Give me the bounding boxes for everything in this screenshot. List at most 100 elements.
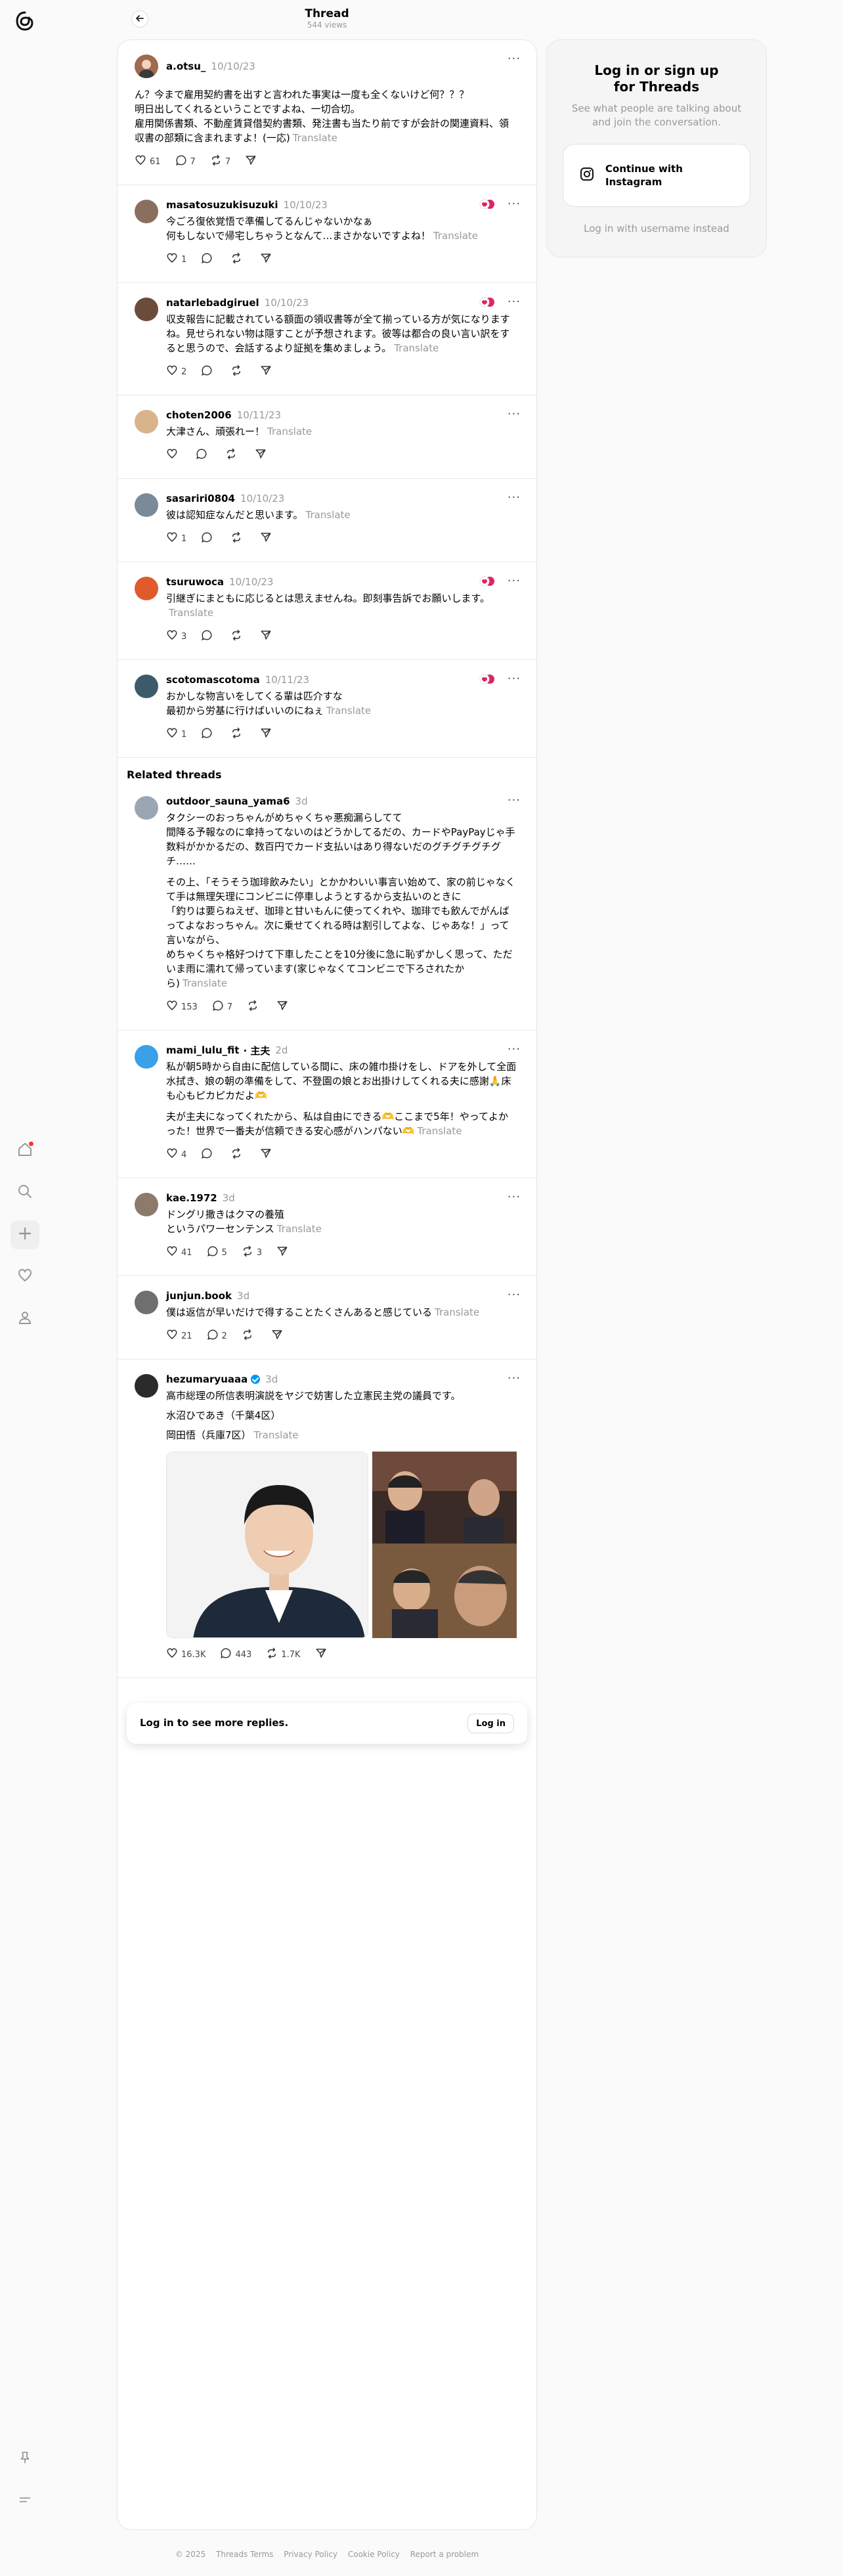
search-nav-button[interactable]	[11, 1178, 39, 1207]
post-time[interactable]: 10/10/23	[265, 297, 309, 309]
avatar[interactable]	[135, 1045, 158, 1069]
more-options-icon[interactable]: ···	[508, 1044, 521, 1055]
more-options-icon[interactable]: ···	[508, 409, 521, 420]
like-button[interactable]: 1	[166, 531, 186, 546]
more-options-icon[interactable]: ···	[508, 795, 521, 807]
like-button[interactable]: 41	[166, 1245, 192, 1260]
username[interactable]: choten2006	[166, 409, 232, 421]
like-button[interactable]: 3	[166, 629, 186, 644]
repost-button[interactable]	[230, 1147, 246, 1162]
translate-link[interactable]: Translate	[435, 1306, 479, 1318]
like-button[interactable]: 61	[135, 154, 161, 169]
home-nav-button[interactable]	[11, 1136, 39, 1165]
more-options-icon[interactable]: ···	[508, 1191, 521, 1203]
reply-button[interactable]	[201, 531, 216, 546]
translate-link[interactable]: Translate	[433, 230, 478, 242]
post-time[interactable]: 10/10/23	[284, 199, 328, 211]
activity-nav-button[interactable]	[11, 1262, 39, 1291]
share-button[interactable]	[260, 252, 275, 267]
post-time[interactable]: 3d	[237, 1290, 249, 1302]
repost-button[interactable]: 7	[210, 154, 230, 169]
username[interactable]: tsuruwoca	[166, 576, 224, 588]
username-login-link[interactable]: Log in with username instead	[547, 223, 766, 234]
photo-stack[interactable]	[372, 1452, 517, 1638]
translate-link[interactable]: Translate	[394, 342, 439, 354]
pin-nav-button[interactable]	[11, 2445, 39, 2474]
share-button[interactable]	[260, 365, 275, 379]
username[interactable]: masatosuzukisuzuki	[166, 199, 278, 211]
footer-privacy-link[interactable]: Privacy Policy	[284, 2550, 337, 2559]
like-button[interactable]: 21	[166, 1329, 192, 1343]
repost-button[interactable]	[230, 531, 246, 546]
more-options-icon[interactable]: ···	[508, 575, 521, 587]
share-button[interactable]	[315, 1647, 330, 1662]
translate-link[interactable]: Translate	[254, 1429, 299, 1441]
reply-button[interactable]	[201, 727, 216, 742]
reply-button[interactable]: 443	[220, 1647, 251, 1662]
translate-link[interactable]: Translate	[277, 1223, 322, 1235]
avatar[interactable]	[135, 1193, 158, 1216]
reply-button[interactable]	[201, 365, 216, 379]
reply-button[interactable]	[201, 1147, 216, 1162]
translate-link[interactable]: Translate	[169, 607, 213, 619]
like-button[interactable]	[166, 448, 181, 462]
username[interactable]: hezumaryuaaa	[166, 1373, 248, 1385]
avatar[interactable]	[135, 493, 158, 517]
post-time[interactable]: 10/11/23	[265, 674, 309, 686]
create-nav-button[interactable]	[11, 1220, 39, 1249]
share-button[interactable]	[271, 1329, 286, 1343]
more-options-icon[interactable]: ···	[508, 296, 521, 308]
post-time[interactable]: 3d	[295, 795, 308, 807]
share-button[interactable]	[276, 1000, 292, 1014]
threads-logo-icon[interactable]	[13, 9, 37, 33]
footer-cookie-link[interactable]: Cookie Policy	[348, 2550, 400, 2559]
reply-button[interactable]	[201, 252, 216, 267]
like-button[interactable]: 4	[166, 1147, 186, 1162]
share-button[interactable]	[260, 531, 275, 546]
reply-button[interactable]: 2	[207, 1329, 227, 1343]
more-options-icon[interactable]: ···	[508, 1289, 521, 1301]
translate-link[interactable]: Translate	[417, 1125, 462, 1137]
footer-terms-link[interactable]: Threads Terms	[216, 2550, 273, 2559]
share-button[interactable]	[260, 1147, 275, 1162]
more-options-icon[interactable]: ···	[508, 673, 521, 685]
repost-button[interactable]	[242, 1329, 257, 1343]
share-button[interactable]	[245, 154, 260, 169]
post-time[interactable]: 10/10/23	[211, 60, 255, 72]
avatar[interactable]	[135, 675, 158, 698]
media-gallery[interactable]	[166, 1452, 517, 1638]
like-button[interactable]: 16.3K	[166, 1647, 205, 1662]
reply-button[interactable]: 7	[175, 154, 196, 169]
repost-button[interactable]: 1.7K	[266, 1647, 301, 1662]
share-button[interactable]	[276, 1245, 292, 1260]
repost-button[interactable]	[230, 727, 246, 742]
login-button[interactable]: Log in	[467, 1714, 514, 1733]
username[interactable]: junjun.book	[166, 1290, 232, 1302]
repost-button[interactable]: 3	[242, 1245, 262, 1260]
translate-link[interactable]: Translate	[306, 509, 351, 521]
share-button[interactable]	[255, 448, 270, 462]
username[interactable]: mami_lulu_fit	[166, 1044, 239, 1056]
like-button[interactable]: 1	[166, 727, 186, 742]
avatar[interactable]	[135, 55, 158, 78]
post-time[interactable]: 10/10/23	[240, 493, 284, 504]
avatar[interactable]	[135, 200, 158, 223]
post-time[interactable]: 10/10/23	[229, 576, 273, 588]
username[interactable]: sasariri0804	[166, 493, 235, 504]
repost-button[interactable]	[247, 1000, 262, 1014]
more-options-icon[interactable]: ···	[508, 53, 521, 65]
like-button[interactable]: 153	[166, 1000, 198, 1014]
repost-button[interactable]	[225, 448, 240, 462]
menu-nav-button[interactable]	[11, 2487, 39, 2516]
more-options-icon[interactable]: ···	[508, 198, 521, 210]
more-options-icon[interactable]: ···	[508, 492, 521, 504]
more-options-icon[interactable]: ···	[508, 1373, 521, 1385]
reply-button[interactable]	[201, 629, 216, 644]
username[interactable]: kae.1972	[166, 1192, 217, 1204]
post-time[interactable]: 2d	[275, 1044, 288, 1056]
reply-button[interactable]: 7	[212, 1000, 232, 1014]
avatar[interactable]	[135, 1291, 158, 1314]
share-button[interactable]	[260, 727, 275, 742]
share-button[interactable]	[260, 629, 275, 644]
like-button[interactable]: 1	[166, 252, 186, 267]
